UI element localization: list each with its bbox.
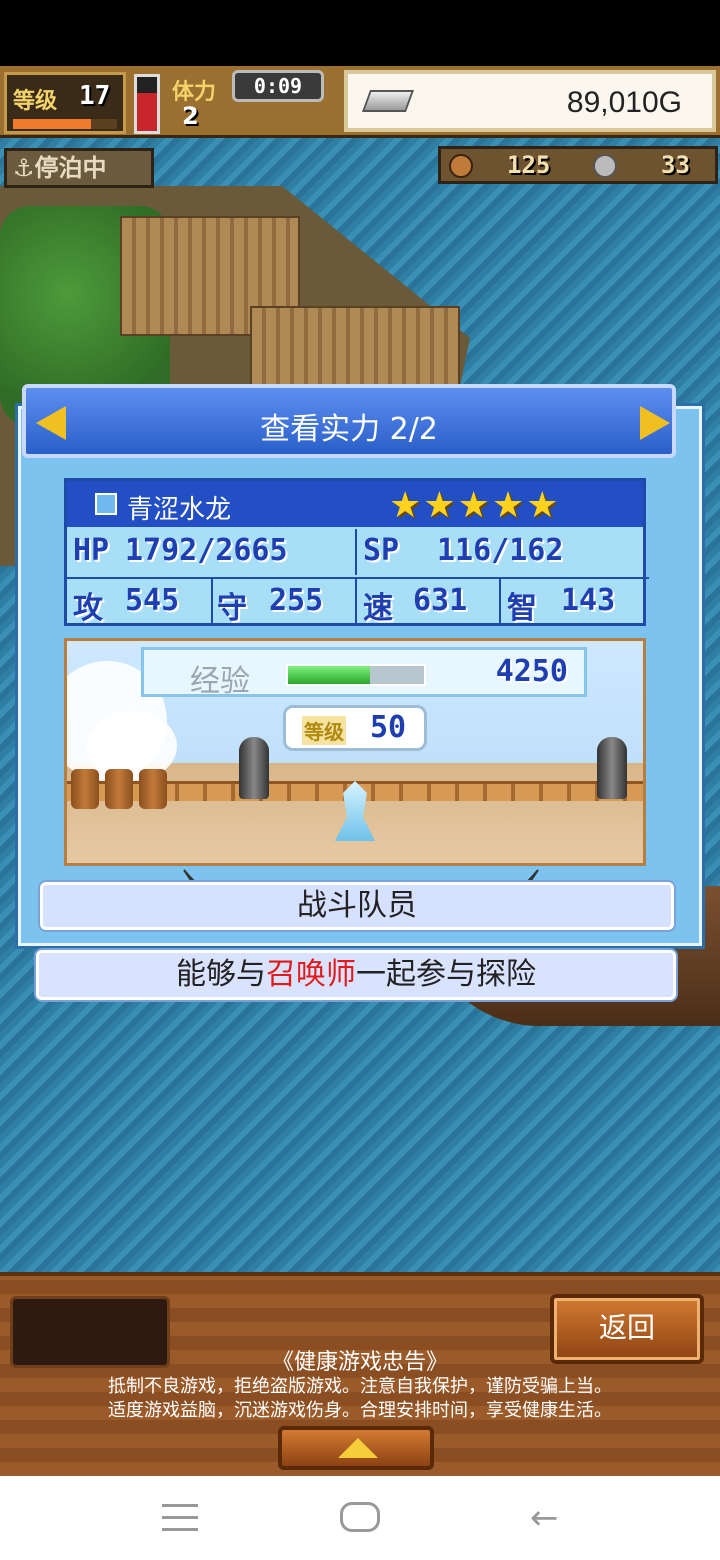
resource-second: 33: [661, 151, 690, 179]
atk-label: 攻: [73, 591, 103, 626]
game-screen: 等级 17 体力 2 0:09 89,010G ⚓停泊中 125 33 查看实力…: [0, 66, 720, 1476]
health-advice-line2: 适度游戏益脑，沉迷游戏伤身。合理安排时间，享受健康生活。: [108, 1400, 612, 1421]
hp-label: HP: [73, 533, 110, 568]
exp-progress-bar: [286, 664, 426, 686]
cannon-icon: [239, 737, 269, 799]
stats-table: 青涩水龙 ★★★★★ HP 1792/2665 SP 116/162 攻 545…: [64, 478, 649, 626]
spd-label: 速: [363, 591, 393, 626]
home-icon[interactable]: [340, 1502, 380, 1532]
desc-suffix: 一起参与探险: [356, 957, 536, 992]
bottom-bar: 返回 《健康游戏忠告》 抵制不良游戏，拒绝盗版游戏。注意自我保护，谨防受骗上当。…: [0, 1272, 720, 1476]
unit-level-label: 等级: [302, 716, 346, 745]
spd-value: 631: [413, 583, 468, 618]
gold-display: 89,010G: [344, 70, 716, 132]
barrel-icon: [139, 769, 167, 809]
unit-description: 能够与召唤师一起参与探险: [36, 950, 676, 1000]
atk-value: 545: [125, 583, 180, 618]
barrel-icon: [105, 769, 133, 809]
exp-value: 4250: [495, 654, 568, 689]
hp-cell: HP 1792/2665: [67, 529, 357, 575]
water-element-icon: [95, 493, 117, 515]
atk-cell: 攻 545: [67, 577, 213, 626]
desc-highlight: 召唤师: [266, 957, 356, 992]
unit-name: 青涩水龙: [127, 495, 232, 525]
back-arrow-icon[interactable]: ←: [530, 1500, 570, 1536]
exp-label: 经验: [190, 664, 250, 699]
sp-value: 116/162: [437, 533, 564, 568]
unit-name-row: 青涩水龙 ★★★★★: [67, 481, 643, 527]
resource-first: 125: [507, 151, 551, 179]
silver-bar-icon: [361, 90, 415, 112]
docked-label: 停泊中: [34, 154, 107, 182]
unit-role: 战斗队员: [40, 882, 674, 930]
level-progress-bar: [13, 119, 117, 129]
level-label: 等级: [13, 89, 58, 114]
def-value: 255: [269, 583, 324, 618]
stamina-timer: 0:09: [232, 70, 324, 102]
up-arrow-icon: [338, 1438, 378, 1458]
stamina-gauge: [134, 74, 160, 134]
int-cell: 智 143: [501, 577, 649, 626]
resource-bar: 125 33: [438, 146, 718, 184]
sp-cell: SP 116/162: [357, 529, 649, 575]
top-hud: 等级 17 体力 2 0:09 89,010G: [0, 66, 720, 138]
hp-value: 1792/2665: [125, 533, 288, 568]
menu-icon[interactable]: [162, 1504, 198, 1532]
experience-box: 经验 4250: [141, 647, 587, 699]
expand-button[interactable]: [278, 1426, 434, 1470]
health-advice-line1: 抵制不良游戏，拒绝盗版游戏。注意自我保护，谨防受骗上当。: [108, 1376, 612, 1397]
barrel-icon: [71, 769, 99, 809]
cannon-icon: [597, 737, 627, 799]
stamina-value: 2: [182, 102, 199, 130]
def-label: 守: [217, 591, 247, 626]
int-label: 智: [507, 591, 537, 626]
gold-value: 89,010G: [566, 86, 682, 119]
unit-level-bubble: 等级 50: [283, 705, 427, 751]
desc-prefix: 能够与: [176, 957, 266, 992]
unit-scene: 经验 4250 等级 50: [64, 638, 646, 866]
unit-level-value: 50: [370, 710, 407, 745]
sp-label: SP: [363, 533, 400, 568]
android-nav-bar: ←: [0, 1476, 720, 1560]
status-bar: [0, 0, 720, 66]
level-value: 17: [79, 81, 111, 111]
player-level: 等级 17: [4, 72, 126, 134]
docked-status[interactable]: ⚓停泊中: [4, 148, 154, 188]
rarity-stars: ★★★★★: [389, 485, 561, 526]
panel-header: 查看实力 2/2: [22, 384, 676, 458]
coin-icon: [593, 154, 617, 178]
panel-title: 查看实力 2/2: [260, 412, 438, 447]
spd-cell: 速 631: [357, 577, 501, 626]
anchor-icon: ⚓: [13, 154, 35, 182]
food-icon: [449, 154, 473, 178]
int-value: 143: [561, 583, 616, 618]
def-cell: 守 255: [213, 577, 357, 626]
